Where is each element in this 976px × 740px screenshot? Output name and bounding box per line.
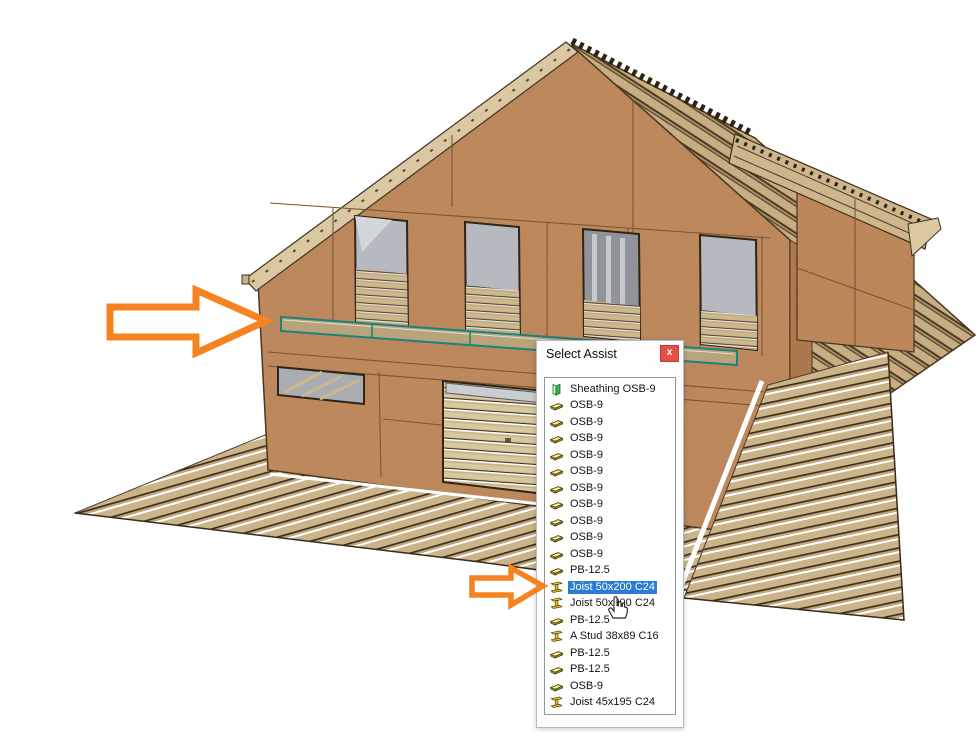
garage-opening[interactable] (443, 381, 545, 494)
panel-icon (549, 548, 564, 561)
window-upper-1[interactable] (355, 216, 408, 330)
component-label: OSB-9 (568, 465, 605, 478)
component-label: Joist 45x195 C24 (568, 696, 657, 709)
panel-icon (549, 465, 564, 478)
joist-icon (549, 581, 564, 594)
select-assist-item[interactable]: OSB-9 (545, 464, 675, 481)
component-label: A Stud 38x89 C16 (568, 630, 661, 643)
component-label: OSB-9 (568, 548, 605, 561)
panel-icon (549, 432, 564, 445)
component-label: PB-12.5 (568, 647, 612, 660)
sheathing-icon (549, 383, 564, 396)
close-button[interactable]: x (660, 345, 679, 362)
select-assist-item[interactable]: OSB-9 (545, 447, 675, 464)
component-label: PB-12.5 (568, 614, 612, 627)
select-assist-item-selected[interactable]: Joist 50x200 C24 (545, 579, 675, 596)
select-assist-item[interactable]: OSB-9 (545, 431, 675, 448)
component-label: OSB-9 (568, 531, 605, 544)
joist-icon (549, 597, 564, 610)
select-assist-item[interactable]: PB-12.5 (545, 563, 675, 580)
panel-icon (549, 399, 564, 412)
component-label: OSB-9 (568, 482, 605, 495)
panel-icon (549, 416, 564, 429)
joist-icon (549, 696, 564, 709)
component-label: OSB-9 (568, 449, 605, 462)
select-assist-list[interactable]: Sheathing OSB-9 OSB-9 OSB-9 OSB-9 OSB-9 … (544, 377, 676, 715)
window-upper-2[interactable] (465, 222, 520, 338)
select-assist-item[interactable]: OSB-9 (545, 480, 675, 497)
house-3d-viewport[interactable] (0, 0, 976, 740)
select-assist-item[interactable]: OSB-9 (545, 678, 675, 695)
panel-icon (549, 647, 564, 660)
window-upper-4[interactable] (700, 235, 757, 350)
panel-icon (549, 449, 564, 462)
select-assist-item[interactable]: PB-12.5 (545, 662, 675, 679)
component-label: OSB-9 (568, 680, 605, 693)
select-assist-item[interactable]: OSB-9 (545, 414, 675, 431)
window-upper-3[interactable] (583, 229, 640, 342)
select-assist-dialog[interactable]: Select Assist x Sheathing OSB-9 OSB-9 OS… (536, 340, 684, 728)
select-assist-item[interactable]: OSB-9 (545, 398, 675, 415)
component-label: PB-12.5 (568, 663, 612, 676)
app-window: Select Assist x Sheathing OSB-9 OSB-9 OS… (0, 0, 976, 740)
select-assist-item[interactable]: PB-12.5 (545, 645, 675, 662)
select-assist-item[interactable]: OSB-9 (545, 530, 675, 547)
panel-icon (549, 564, 564, 577)
component-label: Joist 50x200 C24 (568, 581, 657, 594)
select-assist-item[interactable]: A Stud 38x89 C16 (545, 629, 675, 646)
component-label: Sheathing OSB-9 (568, 383, 658, 396)
panel-icon (549, 663, 564, 676)
component-label: Joist 50x200 C24 (568, 597, 657, 610)
component-label: OSB-9 (568, 498, 605, 511)
component-label: OSB-9 (568, 432, 605, 445)
panel-icon (549, 515, 564, 528)
component-label: OSB-9 (568, 399, 605, 412)
panel-icon (549, 614, 564, 627)
component-label: OSB-9 (568, 515, 605, 528)
select-assist-item[interactable]: OSB-9 (545, 497, 675, 514)
panel-icon (549, 498, 564, 511)
select-assist-item[interactable]: OSB-9 (545, 513, 675, 530)
joist-icon (549, 630, 564, 643)
component-label: OSB-9 (568, 416, 605, 429)
panel-icon (549, 531, 564, 544)
dialog-title[interactable]: Select Assist (546, 347, 617, 361)
select-assist-item[interactable]: OSB-9 (545, 546, 675, 563)
component-label: PB-12.5 (568, 564, 612, 577)
panel-icon (549, 680, 564, 693)
select-assist-item[interactable]: Joist 50x200 C24 (545, 596, 675, 613)
select-assist-item[interactable]: Sheathing OSB-9 (545, 381, 675, 398)
panel-icon (549, 482, 564, 495)
select-assist-item[interactable]: PB-12.5 (545, 612, 675, 629)
select-assist-item[interactable]: Joist 45x195 C24 (545, 695, 675, 712)
